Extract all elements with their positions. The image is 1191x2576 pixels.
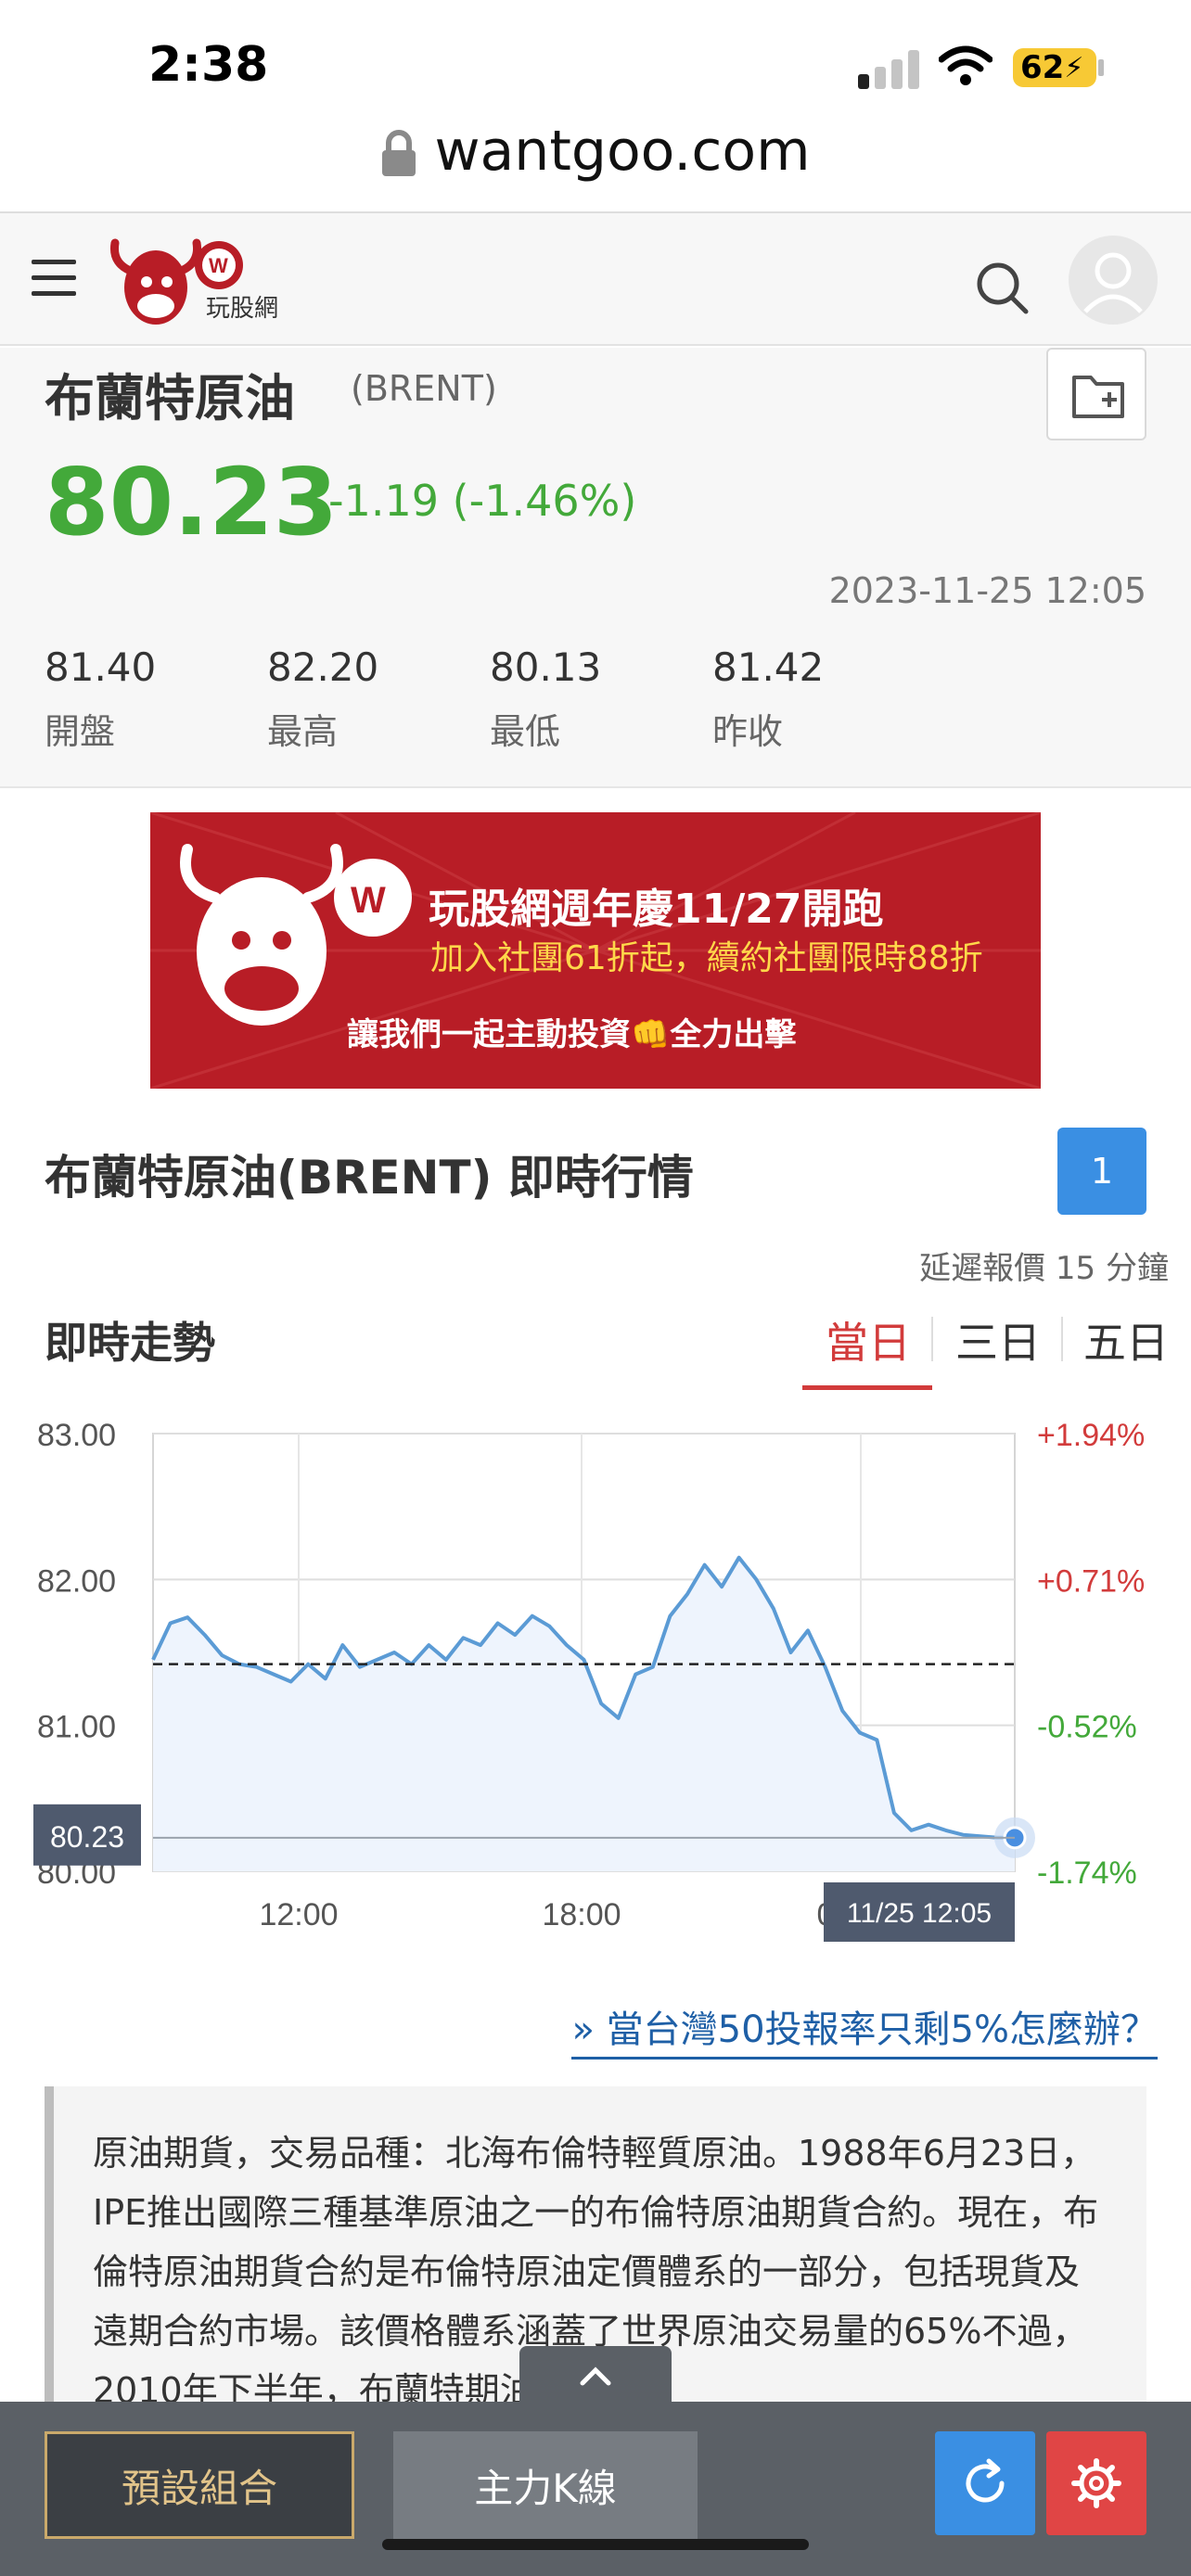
stat-open: 81.40 開盤	[45, 644, 156, 754]
quote-timestamp: 2023-11-25 12:05	[828, 570, 1146, 611]
stat-value: 81.40	[45, 644, 157, 690]
pct-tick-label: -0.52%	[1037, 1710, 1137, 1745]
expand-tab[interactable]	[519, 2346, 672, 2402]
stat-value: 81.42	[712, 644, 825, 690]
preset-portfolio-button[interactable]: 預設組合	[45, 2431, 354, 2539]
stat-label: 最高	[267, 711, 339, 752]
pct-tick-label: +0.71%	[1037, 1563, 1145, 1599]
delay-note: 延遲報價 15 分鐘	[919, 1250, 1169, 1287]
stock-name: 布蘭特原油	[45, 369, 295, 427]
stock-code: (BRENT)	[351, 368, 497, 409]
folder-add-icon	[1072, 376, 1124, 418]
battery-icon: 62 ⚡	[1013, 48, 1096, 87]
user-avatar[interactable]	[1069, 236, 1158, 325]
stat-low: 80.13 最低	[490, 644, 601, 754]
main-kline-button[interactable]: 主力K線	[393, 2431, 698, 2539]
user-icon	[1083, 252, 1143, 313]
svg-text:W: W	[209, 254, 228, 277]
status-time: 2:38	[148, 37, 269, 93]
battery-tip	[1098, 59, 1104, 76]
quote-panel: 布蘭特原油 (BRENT) 80.23 -1.19 (-1.46%) 2023-…	[0, 348, 1191, 788]
banner-title: 玩股網週年慶11/27開跑	[429, 886, 884, 933]
add-to-watchlist-button[interactable]	[1046, 348, 1146, 440]
refresh-button[interactable]	[935, 2431, 1035, 2535]
home-indicator	[382, 2539, 809, 2550]
tab-today[interactable]: 當日	[826, 1309, 911, 1371]
svg-text:W: W	[351, 880, 386, 921]
x-tick-label: 12:00	[259, 1897, 338, 1932]
stat-label: 最低	[490, 711, 561, 752]
stat-value: 82.20	[267, 644, 379, 690]
active-tab-indicator	[802, 1385, 932, 1390]
promo-link[interactable]: » 當台灣50投報率只剩5%怎麼辦？	[571, 1999, 1158, 2060]
refresh-icon	[966, 2458, 1005, 2503]
y-tick-label: 81.00	[37, 1710, 116, 1745]
battery-level: 62	[1020, 49, 1065, 86]
menu-icon[interactable]	[32, 260, 76, 297]
stat-prev-close: 81.42 昨收	[712, 644, 824, 754]
stat-label: 開盤	[45, 711, 116, 752]
y-tick-label: 82.00	[37, 1563, 116, 1599]
trend-title: 即時走勢	[45, 1318, 215, 1368]
page-number-button[interactable]: 1	[1057, 1128, 1146, 1215]
pct-tick-label: -1.74%	[1037, 1855, 1137, 1891]
banner-subtitle: 加入社團61折起，續約社團限時88折	[430, 939, 983, 977]
settings-button[interactable]	[1046, 2431, 1146, 2535]
banner-tagline: 讓我們一起主動投資👊全力出擊	[347, 1016, 797, 1053]
search-icon[interactable]	[974, 260, 1030, 315]
url-text: wantgoo.com	[434, 119, 811, 184]
price-change: -1.19 (-1.46%)	[328, 476, 637, 526]
stat-label: 昨收	[712, 711, 784, 752]
logo-text: 玩股網	[206, 295, 279, 323]
tab-divider	[1061, 1317, 1063, 1361]
y-tick-label: 83.00	[37, 1418, 116, 1453]
stat-high: 82.20 最高	[267, 644, 378, 754]
wifi-icon	[939, 45, 992, 85]
tab-three-days[interactable]: 三日	[955, 1309, 1041, 1371]
x-tick-label: 18:00	[542, 1897, 621, 1932]
intraday-chart[interactable]: 83.00 +1.94%82.00 +0.71%81.00 -0.52%80.00 -1…	[0, 1400, 1191, 1947]
last-value-label: 80.23	[50, 1820, 124, 1854]
site-header: W 玩股網	[0, 211, 1191, 346]
pct-tick-label: +1.94%	[1037, 1418, 1145, 1453]
section-title: 布蘭特原油(BRENT) 即時行情	[45, 1151, 694, 1205]
chevron-up-icon	[580, 2366, 611, 2386]
last-time-label: 11/25 12:05	[847, 1898, 992, 1929]
lock-icon	[382, 130, 416, 177]
cellular-signal-icon	[858, 48, 921, 89]
address-bar[interactable]: wantgoo.com	[0, 119, 1191, 184]
current-price: 80.23	[45, 448, 339, 556]
status-bar: 2:38 62 ⚡	[0, 0, 1191, 121]
stat-value: 80.13	[490, 644, 602, 690]
tab-divider	[931, 1317, 933, 1361]
promo-banner[interactable]: W 玩股網週年慶11/27開跑 加入社團61折起，續約社團限時88折 讓我們一起…	[150, 812, 1041, 1089]
tab-five-days[interactable]: 五日	[1083, 1309, 1169, 1371]
gear-icon	[1071, 2458, 1121, 2508]
